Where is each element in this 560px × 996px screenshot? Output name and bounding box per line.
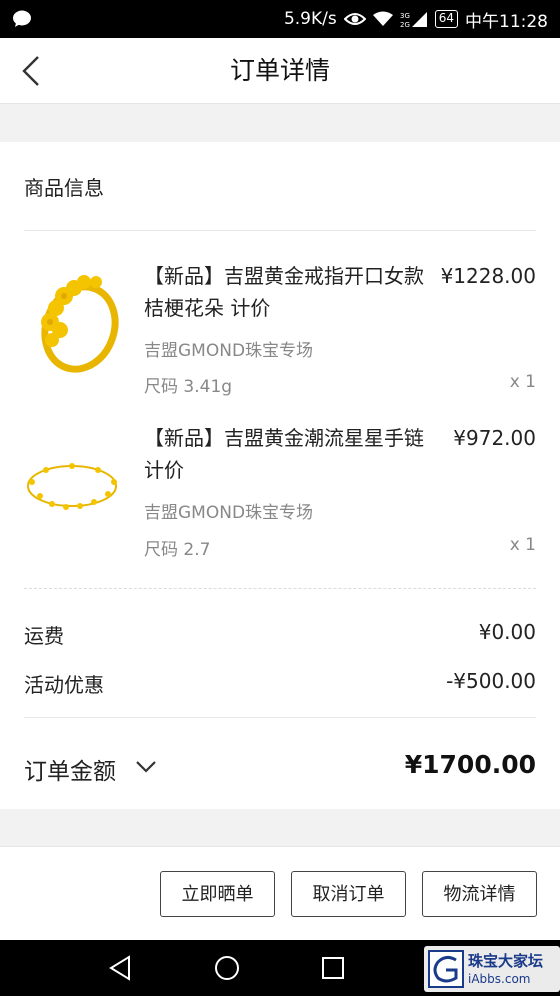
svg-text:2G: 2G xyxy=(400,21,410,28)
shipping-fee-row: 运费 ¥0.00 xyxy=(24,620,536,649)
order-total-amount: ¥1700.00 xyxy=(404,750,536,779)
item-quantity: x 1 xyxy=(509,372,536,392)
watermark-url: iAbbs.com xyxy=(468,972,531,986)
cancel-order-button[interactable]: 取消订单 xyxy=(291,871,406,917)
home-circle-icon[interactable] xyxy=(213,954,241,982)
status-right: 5.9K/s 3G 2G 64 中午11:28 xyxy=(284,0,548,38)
battery-icon: 64 xyxy=(434,10,458,28)
back-triangle-icon[interactable] xyxy=(107,954,135,982)
item-shop: 吉盟GMOND珠宝专场 xyxy=(144,341,314,361)
item-quantity: x 1 xyxy=(509,535,536,555)
status-bar: 5.9K/s 3G 2G 64 中午11:28 xyxy=(0,0,560,38)
logistics-detail-button[interactable]: 物流详情 xyxy=(422,871,537,917)
dashed-divider xyxy=(24,588,536,589)
recents-square-icon[interactable] xyxy=(319,954,347,982)
order-total-label: 订单金额 xyxy=(24,759,116,785)
item-name: 【新品】吉盟黄金潮流星星手链 计价 xyxy=(144,426,424,482)
watermark-title: 珠宝大家坛 xyxy=(468,952,544,970)
order-total-row[interactable]: 订单金额 ¥1700.00 xyxy=(24,748,536,788)
gold-bracelet-image xyxy=(27,463,117,510)
shipping-fee-value: ¥0.00 xyxy=(478,620,536,644)
svg-text:3G: 3G xyxy=(400,12,410,20)
wifi-icon xyxy=(372,11,393,26)
signal-icon: 3G 2G xyxy=(400,12,427,28)
eye-icon xyxy=(343,13,366,25)
gold-ring-image xyxy=(41,275,119,373)
network-speed: 5.9K/s xyxy=(283,9,337,29)
divider xyxy=(24,717,536,718)
item-price: ¥1228.00 xyxy=(440,264,536,288)
clock: 中午11:28 xyxy=(465,11,548,32)
discount-row: 活动优惠 -¥500.00 xyxy=(24,669,536,698)
item-size: 尺码 3.41g xyxy=(144,377,233,397)
discount-label: 活动优惠 xyxy=(24,673,104,697)
order-detail-card: 商品信息 【新品】吉盟黄金戒指开口女款桔梗花朵 计价 ¥1228.00 吉盟GM… xyxy=(0,142,560,809)
divider xyxy=(24,230,536,231)
item-shop: 吉盟GMOND珠宝专场 xyxy=(144,503,314,523)
item-name: 【新品】吉盟黄金戒指开口女款桔梗花朵 计价 xyxy=(144,264,424,320)
action-bar: 立即晒单 取消订单 物流详情 xyxy=(0,846,560,940)
watermark: 珠宝大家坛 iAbbs.com xyxy=(424,946,560,992)
top-nav-bar: 订单详情 xyxy=(0,38,560,104)
chevron-down-icon[interactable] xyxy=(134,758,158,774)
shipping-fee-label: 运费 xyxy=(24,624,64,648)
discount-value: -¥500.00 xyxy=(446,669,536,693)
share-order-button[interactable]: 立即晒单 xyxy=(160,871,275,917)
page-title: 订单详情 xyxy=(229,56,330,85)
forum-logo-icon xyxy=(428,950,464,988)
item-size: 尺码 2.7 xyxy=(144,540,211,560)
product-section-title: 商品信息 xyxy=(24,176,104,200)
item-price: ¥972.00 xyxy=(453,426,536,450)
message-icon xyxy=(13,10,31,27)
